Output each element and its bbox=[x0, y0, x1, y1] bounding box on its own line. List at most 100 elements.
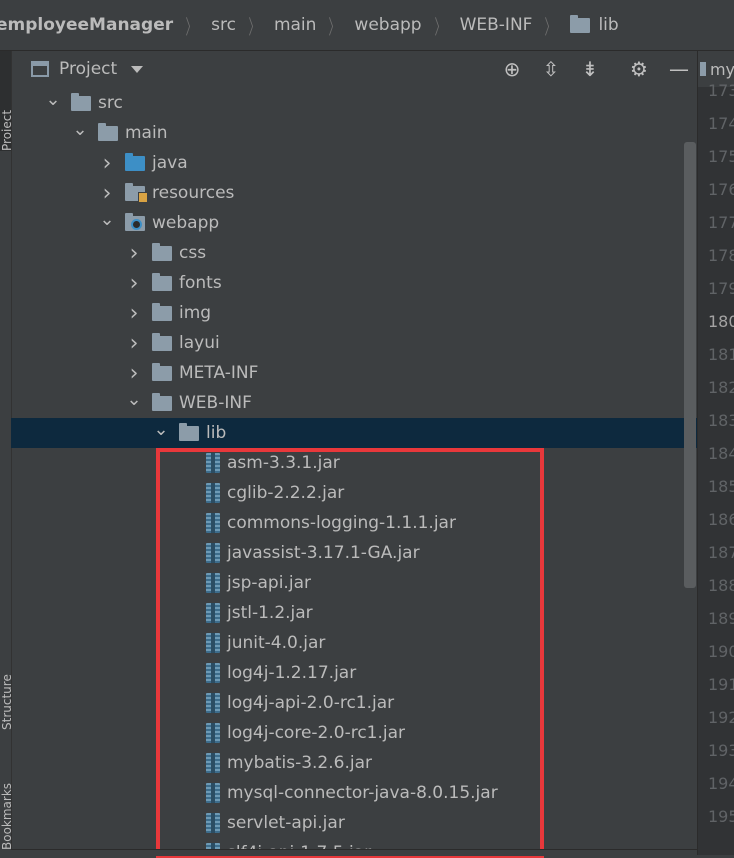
folder-icon bbox=[98, 122, 118, 141]
tree-item-jar[interactable]: log4j-api-2.0-rc1.jar bbox=[11, 688, 697, 718]
tree-item-jar[interactable]: log4j-1.2.17.jar bbox=[11, 658, 697, 688]
web-folder-icon bbox=[125, 212, 145, 231]
tree-item-label: mybatis-3.2.6.jar bbox=[227, 753, 372, 773]
tool-tab-structure[interactable]: Structure bbox=[0, 630, 11, 730]
breadcrumb-separator: 〉 bbox=[185, 14, 197, 39]
project-view-icon bbox=[31, 61, 49, 77]
tree-item-label: META-INF bbox=[179, 363, 259, 383]
tree-item-folder[interactable]: ⌄ src bbox=[11, 88, 697, 118]
line-number: 193 bbox=[708, 741, 734, 760]
tree-item-jar[interactable]: javassist-3.17.1-GA.jar bbox=[11, 538, 697, 568]
line-number: 186 bbox=[708, 510, 734, 529]
breadcrumb-item[interactable]: employeeManager bbox=[0, 15, 173, 35]
line-number: 174 bbox=[708, 114, 734, 133]
tree-item-folder[interactable]: ⌄ WEB-INF bbox=[11, 388, 697, 418]
chevron-right-icon[interactable]: › bbox=[128, 268, 140, 298]
line-number: 185 bbox=[708, 477, 734, 496]
tree-item-folder[interactable]: ⌄ main bbox=[11, 118, 697, 148]
resources-badge-icon bbox=[138, 191, 148, 203]
line-number: 181 bbox=[708, 345, 734, 364]
tree-item-jar[interactable]: mysql-connector-java-8.0.15.jar bbox=[11, 778, 697, 808]
tree-item-label: WEB-INF bbox=[179, 393, 252, 413]
tree-item-jar[interactable]: mybatis-3.2.6.jar bbox=[11, 748, 697, 778]
tree-item-jar[interactable]: jstl-1.2.jar bbox=[11, 598, 697, 628]
jar-icon bbox=[206, 813, 220, 833]
folder-icon bbox=[152, 332, 172, 351]
expand-all-icon[interactable]: ⇳ bbox=[538, 51, 564, 87]
line-number: 173 bbox=[708, 81, 734, 100]
breadcrumb-item[interactable]: WEB-INF bbox=[460, 15, 533, 35]
line-number: 179 bbox=[708, 279, 734, 298]
tree-item-label: junit-4.0.jar bbox=[227, 633, 326, 653]
tree-item-folder[interactable]: › META-INF bbox=[11, 358, 697, 388]
tree-item-folder[interactable]: › resources bbox=[11, 178, 697, 208]
line-number: 189 bbox=[708, 609, 734, 628]
line-number: 188 bbox=[708, 576, 734, 595]
tree-item-folder[interactable]: ⌄ lib bbox=[11, 418, 697, 448]
web-badge-icon bbox=[131, 218, 142, 230]
line-number: 194 bbox=[708, 774, 734, 793]
chevron-right-icon[interactable]: › bbox=[128, 298, 140, 328]
tree-item-label: log4j-api-2.0-rc1.jar bbox=[227, 693, 395, 713]
gear-icon[interactable]: ⚙ bbox=[626, 51, 652, 87]
tree-scrollbar[interactable] bbox=[684, 142, 696, 588]
chevron-down-icon[interactable] bbox=[131, 65, 144, 73]
tool-tab-bookmarks[interactable]: Bookmarks bbox=[0, 760, 11, 850]
breadcrumb-item[interactable]: src bbox=[211, 15, 236, 35]
breadcrumb-item[interactable]: main bbox=[274, 15, 316, 35]
tree-item-label: log4j-core-2.0-rc1.jar bbox=[227, 723, 406, 743]
tree-item-jar[interactable]: servlet-api.jar bbox=[11, 808, 697, 838]
tool-tab-project[interactable]: Project bbox=[0, 51, 11, 151]
jar-icon bbox=[206, 723, 220, 743]
chevron-down-icon[interactable]: ⌄ bbox=[99, 204, 114, 234]
collapse-all-icon[interactable]: ⇟ bbox=[577, 51, 603, 87]
chevron-down-icon[interactable]: ⌄ bbox=[126, 384, 141, 414]
tree-item-label: fonts bbox=[179, 273, 222, 293]
file-icon bbox=[700, 62, 706, 76]
tree-item-jar[interactable]: jsp-api.jar bbox=[11, 568, 697, 598]
tree-item-label: main bbox=[125, 123, 168, 143]
line-number: 192 bbox=[708, 708, 734, 727]
tree-item-label: webapp bbox=[152, 213, 220, 233]
tree-item-label: src bbox=[98, 93, 123, 113]
breadcrumb-item[interactable]: lib bbox=[598, 15, 618, 35]
jar-icon bbox=[206, 633, 220, 653]
breadcrumb-item[interactable]: webapp bbox=[354, 15, 421, 35]
breadcrumb: employeeManager 〉 src 〉 main 〉 webapp 〉 WEB-INF 〉… bbox=[0, 0, 734, 51]
tree-item-jar[interactable]: junit-4.0.jar bbox=[11, 628, 697, 658]
tree-item-label: lib bbox=[206, 423, 227, 443]
minimize-icon[interactable]: — bbox=[666, 51, 692, 87]
tree-item-jar[interactable]: log4j-core-2.0-rc1.jar bbox=[11, 718, 697, 748]
tree-item-label: jsp-api.jar bbox=[227, 573, 311, 593]
tree-item-folder[interactable]: › fonts bbox=[11, 268, 697, 298]
folder-icon bbox=[152, 242, 172, 261]
tree-item-folder[interactable]: › java bbox=[11, 148, 697, 178]
panel-title[interactable]: Project bbox=[59, 59, 117, 79]
jar-icon bbox=[206, 693, 220, 713]
tree-item-folder[interactable]: › css bbox=[11, 238, 697, 268]
line-number: 178 bbox=[708, 246, 734, 265]
tree-item-folder[interactable]: › img bbox=[11, 298, 697, 328]
tree-item-jar[interactable]: cglib-2.2.2.jar bbox=[11, 478, 697, 508]
chevron-down-icon[interactable]: ⌄ bbox=[153, 414, 168, 444]
breadcrumb-separator: 〉 bbox=[328, 14, 340, 39]
tree-item-folder[interactable]: ⌄ webapp bbox=[11, 208, 697, 238]
tree-item-jar[interactable]: asm-3.3.1.jar bbox=[11, 448, 697, 478]
chevron-right-icon[interactable]: › bbox=[101, 148, 113, 178]
crosshair-icon[interactable]: ⊕ bbox=[499, 51, 525, 87]
tree-item-label: asm-3.3.1.jar bbox=[227, 453, 340, 473]
chevron-down-icon[interactable]: ⌄ bbox=[45, 88, 60, 114]
chevron-right-icon[interactable]: › bbox=[128, 238, 140, 268]
tree-item-folder[interactable]: › layui bbox=[11, 328, 697, 358]
source-folder-icon bbox=[125, 152, 145, 171]
jar-icon bbox=[206, 603, 220, 623]
project-tree[interactable]: ⌄ src ⌄ main › java › resources ⌄ webapp › css › font… bbox=[11, 88, 697, 855]
folder-icon bbox=[179, 422, 199, 441]
chevron-right-icon[interactable]: › bbox=[128, 328, 140, 358]
tree-item-label: java bbox=[152, 153, 188, 173]
tree-item-jar[interactable]: commons-logging-1.1.1.jar bbox=[11, 508, 697, 538]
chevron-down-icon[interactable]: ⌄ bbox=[72, 114, 87, 144]
jar-icon bbox=[206, 453, 220, 473]
resources-folder-icon bbox=[125, 182, 148, 203]
line-number: 184 bbox=[708, 444, 734, 463]
